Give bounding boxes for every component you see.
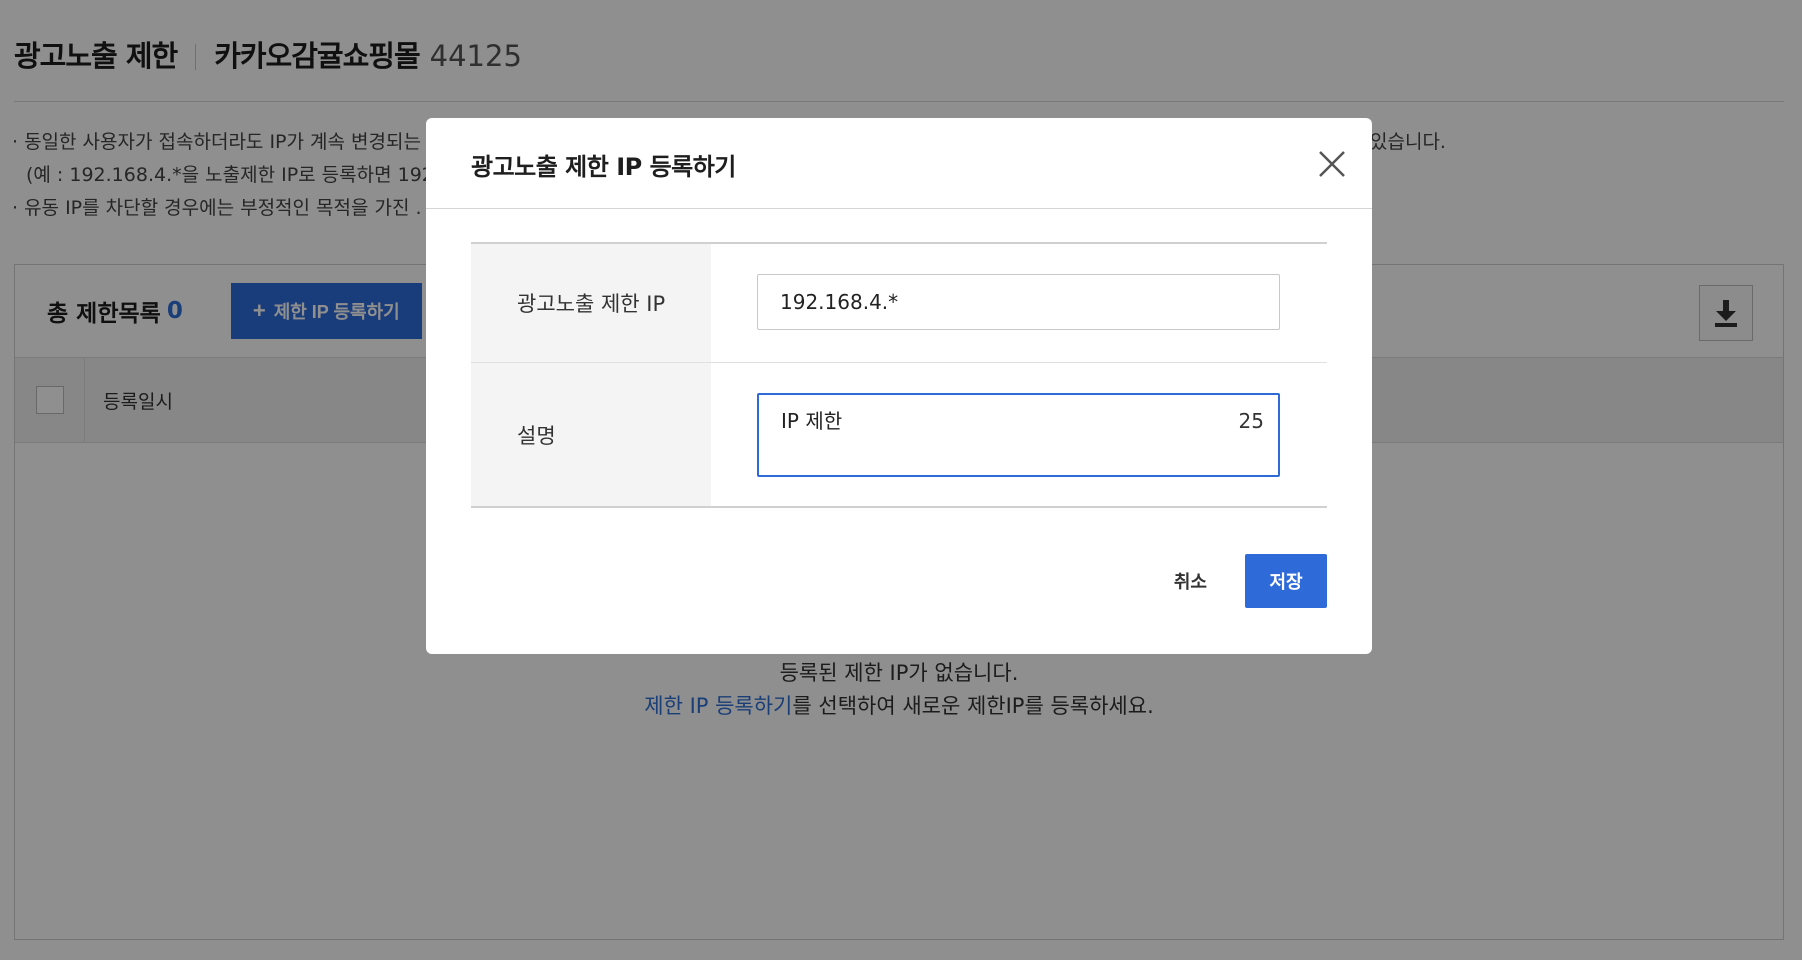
cancel-button[interactable]: 취소	[1154, 554, 1227, 608]
close-button[interactable]	[1314, 146, 1350, 182]
description-field-cell: IP 제한 25	[711, 363, 1327, 506]
ip-field-cell	[711, 244, 1327, 362]
dialog-form: 광고노출 제한 IP 설명 IP 제한 25	[471, 242, 1327, 508]
form-row-description: 설명 IP 제한 25	[471, 362, 1327, 506]
ip-label: 광고노출 제한 IP	[471, 244, 711, 362]
description-label: 설명	[471, 363, 711, 506]
register-ip-dialog: 광고노출 제한 IP 등록하기 광고노출 제한 IP 설명 IP 제한 25	[426, 118, 1372, 654]
dialog-actions: 취소 저장	[1154, 554, 1327, 608]
close-icon	[1319, 151, 1345, 177]
form-row-ip: 광고노출 제한 IP	[471, 244, 1327, 362]
dialog-header: 광고노출 제한 IP 등록하기	[426, 118, 1372, 209]
ip-input[interactable]	[757, 274, 1280, 330]
description-textarea[interactable]: IP 제한 25	[757, 393, 1280, 477]
save-button[interactable]: 저장	[1245, 554, 1327, 608]
description-value: IP 제한	[781, 409, 843, 433]
description-char-count: 25	[1238, 409, 1264, 433]
dialog-title: 광고노출 제한 IP 등록하기	[471, 153, 736, 181]
